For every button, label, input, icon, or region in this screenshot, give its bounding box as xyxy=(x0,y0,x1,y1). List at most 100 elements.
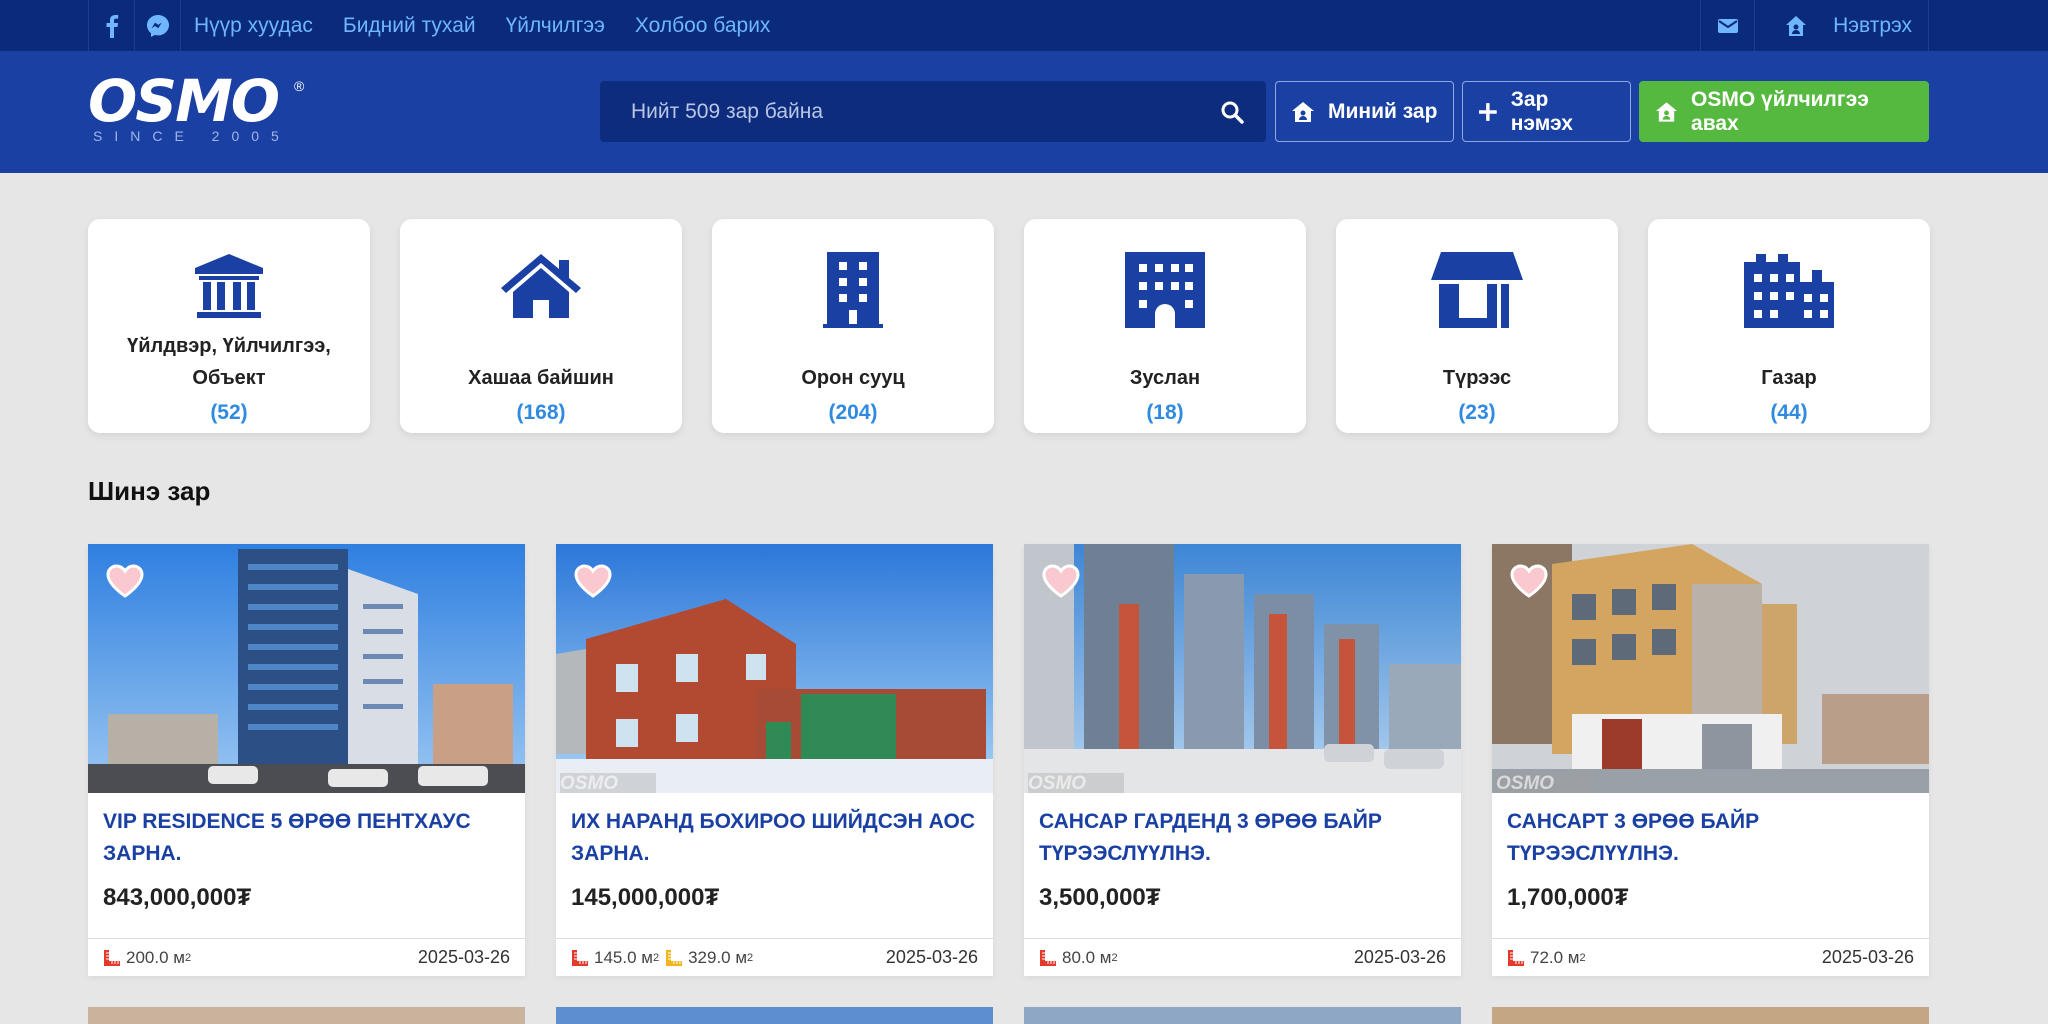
listing-footer: 80.0 м2 2025-03-26 xyxy=(1024,938,1461,976)
area-unit-sup: 2 xyxy=(1111,951,1118,964)
listing-date: 2025-03-26 xyxy=(1353,947,1446,967)
category-count: (52) xyxy=(210,401,248,424)
listing-price: 3,500,000₮ xyxy=(1039,884,1161,911)
header: OSMO SINCE 2005 ® Миний зар Зар нэмэх OS… xyxy=(0,51,2048,173)
listing-photo[interactable]: OSMO xyxy=(1024,544,1461,793)
cottage-icon xyxy=(1024,252,1306,330)
land-area-info: 329.0 м2 xyxy=(665,948,753,968)
category-card-rent[interactable]: Түрээс (23) xyxy=(1336,219,1618,433)
add-ad-label: Зар нэмэх xyxy=(1510,87,1573,135)
listing-date: 2025-03-26 xyxy=(1821,947,1914,967)
category-card-industry[interactable]: Үйлдвэр, Үйлчилгээ, Объект (52) xyxy=(88,219,370,433)
area-info: 72.0 м2 xyxy=(1507,948,1586,968)
search-icon[interactable] xyxy=(1220,100,1244,124)
area-unit-sup: 2 xyxy=(747,951,754,964)
facebook-icon[interactable] xyxy=(88,0,135,51)
messenger-icon[interactable] xyxy=(134,0,181,51)
logo-tagline: SINCE 2005 xyxy=(93,128,291,144)
listing-card-partial[interactable] xyxy=(1024,1007,1461,1024)
category-count: (18) xyxy=(1146,401,1184,424)
listing-title[interactable]: VIP RESIDENCE 5 ӨРӨӨ ПЕНТХАУС ЗАРНА. xyxy=(103,806,510,870)
category-name: Түрээс xyxy=(1442,367,1512,389)
nav-services-link[interactable]: Үйлчилгээ xyxy=(506,0,605,51)
watermark-logo: OSMO xyxy=(1496,773,1592,793)
land-ruler-icon xyxy=(666,949,683,966)
listing-price: 843,000,000₮ xyxy=(103,884,252,911)
area-info: 145.0 м2 xyxy=(571,948,659,968)
search-input[interactable] xyxy=(631,99,1220,124)
registered-mark: ® xyxy=(294,78,305,94)
plus-icon xyxy=(1478,102,1497,121)
category-card-cottage[interactable]: Зуслан (18) xyxy=(1024,219,1306,433)
nav-home-link[interactable]: Нүүр хуудас xyxy=(194,0,313,51)
land-area-value: 329.0 м xyxy=(688,947,748,967)
listing-card-partial[interactable] xyxy=(88,1007,525,1024)
area-value: 72.0 м xyxy=(1530,947,1580,967)
favorite-heart-icon[interactable] xyxy=(1510,564,1548,598)
osmo-service-button[interactable]: OSMO үйлчилгээ авах xyxy=(1639,81,1929,142)
listing-date: 2025-03-26 xyxy=(885,947,978,967)
favorite-heart-icon[interactable] xyxy=(1042,564,1080,598)
osmo-service-label: OSMO үйлчилгээ авах xyxy=(1691,87,1869,135)
listing-title[interactable]: САНСАРТ 3 ӨРӨӨ БАЙР ТҮРЭЭСЛҮҮЛНЭ. xyxy=(1507,806,1914,870)
section-title-new-listings: Шинэ зар xyxy=(88,476,211,506)
apartment-icon xyxy=(712,252,994,330)
listing-title[interactable]: САНСАР ГАРДЕНД 3 ӨРӨӨ БАЙР ТҮРЭЭСЛҮҮЛНЭ. xyxy=(1039,806,1446,870)
listing-photo[interactable]: OSMO xyxy=(1492,544,1929,793)
watermark-logo: OSMO xyxy=(560,773,656,793)
category-count: (23) xyxy=(1458,401,1496,424)
nav-contact-link[interactable]: Холбоо барих xyxy=(635,0,771,51)
my-ads-label: Миний зар xyxy=(1328,99,1438,123)
listing-title[interactable]: ИХ НАРАНД БОХИРОО ШИЙДСЭН АОС ЗАРНА. xyxy=(571,806,978,870)
category-name: Газар xyxy=(1761,367,1817,389)
listing-footer: 200.0 м2 2025-03-26 xyxy=(88,938,525,976)
ruler-icon xyxy=(1040,949,1056,966)
category-name: Зуслан xyxy=(1129,367,1201,389)
favorite-heart-icon[interactable] xyxy=(574,564,612,598)
ruler-icon xyxy=(572,949,588,966)
listing-card-partial[interactable] xyxy=(1492,1007,1929,1024)
category-count: (44) xyxy=(1770,401,1808,424)
listing-card[interactable]: OSMO ИХ НАРАНД БОХИРОО ШИЙДСЭН АОС ЗАРНА… xyxy=(556,544,993,976)
listing-card[interactable]: VIP RESIDENCE 5 ӨРӨӨ ПЕНТХАУС ЗАРНА. 843… xyxy=(88,544,525,976)
category-card-land[interactable]: Газар (44) xyxy=(1648,219,1930,433)
area-value: 80.0 м xyxy=(1062,947,1112,967)
listing-card[interactable]: OSMO САНСАР ГАРДЕНД 3 ӨРӨӨ БАЙР ТҮРЭЭСЛҮ… xyxy=(1024,544,1461,976)
category-card-apartment[interactable]: Орон сууц (204) xyxy=(712,219,994,433)
listing-card[interactable]: OSMO САНСАРТ 3 ӨРӨӨ БАЙР ТҮРЭЭСЛҮҮЛНЭ. 1… xyxy=(1492,544,1929,976)
osmo-logo[interactable]: OSMO SINCE 2005 ® xyxy=(88,67,308,146)
login-link[interactable]: Нэвтрэх xyxy=(1754,0,1929,51)
listing-price: 145,000,000₮ xyxy=(571,884,720,911)
category-name: Орон сууц xyxy=(801,367,905,389)
house-icon xyxy=(400,252,682,330)
listing-card-partial[interactable] xyxy=(556,1007,993,1024)
favorite-heart-icon[interactable] xyxy=(106,564,144,598)
category-card-house[interactable]: Хашаа байшин (168) xyxy=(400,219,682,433)
top-bar: Нүүр хуудас Бидний тухай Үйлчилгээ Холбо… xyxy=(0,0,2048,51)
search-bar xyxy=(600,81,1266,142)
add-ad-button[interactable]: Зар нэмэх xyxy=(1462,81,1631,142)
nav-about-link[interactable]: Бидний тухай xyxy=(343,0,476,51)
category-name: Хашаа байшин xyxy=(468,367,614,389)
category-name: Үйлдвэр, Үйлчилгээ, Объект xyxy=(127,335,331,389)
listing-footer: 72.0 м2 2025-03-26 xyxy=(1492,938,1929,976)
envelope-icon[interactable] xyxy=(1700,0,1756,51)
listing-date: 2025-03-26 xyxy=(417,947,510,967)
listing-price: 1,700,000₮ xyxy=(1507,884,1629,911)
ruler-icon xyxy=(104,949,120,966)
home-user-icon xyxy=(1292,101,1314,122)
land-icon xyxy=(1648,252,1930,330)
area-info: 200.0 м2 xyxy=(103,948,191,968)
area-unit-sup: 2 xyxy=(184,951,192,964)
my-ads-button[interactable]: Миний зар xyxy=(1275,81,1454,142)
home-user-icon xyxy=(1786,15,1807,36)
listing-photo[interactable]: OSMO xyxy=(556,544,993,793)
listing-footer: 145.0 м2 329.0 м2 2025-03-26 xyxy=(556,938,993,976)
listing-photo[interactable] xyxy=(88,544,525,793)
industry-icon xyxy=(88,252,370,330)
rent-icon xyxy=(1336,252,1618,330)
home-user-icon xyxy=(1655,101,1678,122)
watermark-logo: OSMO xyxy=(1028,773,1124,793)
ruler-icon xyxy=(1508,949,1524,966)
logo-wordmark: OSMO xyxy=(88,67,280,135)
